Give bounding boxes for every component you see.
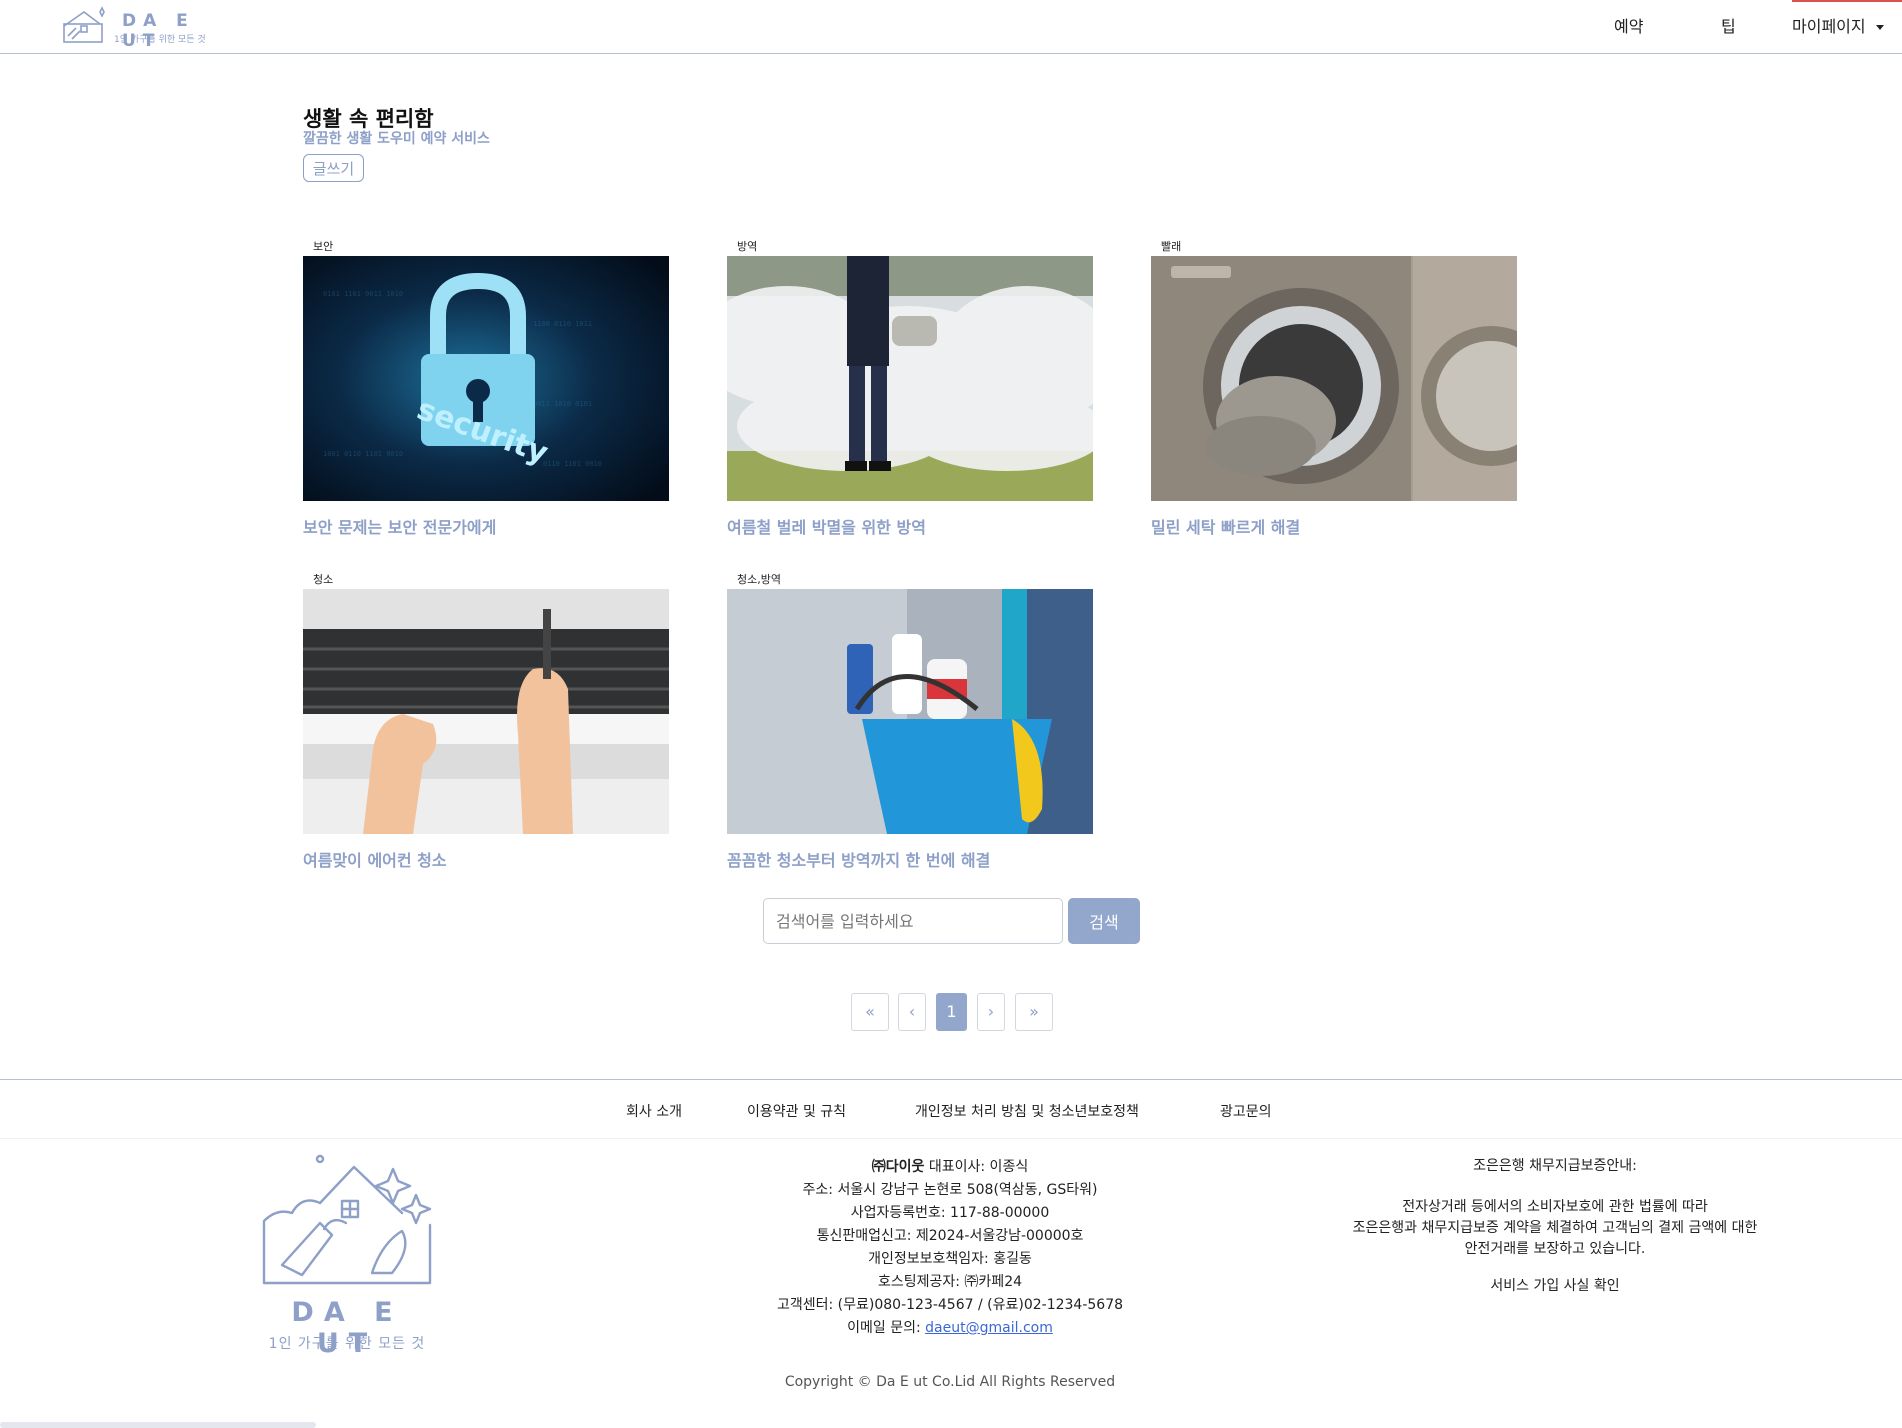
company-hosting: 호스팅제공자: ㈜카페24 bbox=[877, 1274, 1023, 1290]
copyright: Copyright © Da E ut Co.Lid All Rights Re… bbox=[784, 1374, 1116, 1390]
page-next-button[interactable]: › bbox=[977, 993, 1005, 1031]
service-card-laundry[interactable]: 빨래 밀린 세탁 빠르게 해결 bbox=[1151, 238, 1517, 538]
page-prev-button[interactable]: ‹ bbox=[898, 993, 926, 1031]
svg-text:0110 1101 0010: 0110 1101 0010 bbox=[543, 460, 602, 468]
guarantee-line: 조은은행과 채무지급보증 계약을 체결하여 고객님의 결제 금액에 대한 bbox=[1352, 1220, 1758, 1236]
footer-link-about[interactable]: 회사 소개 bbox=[626, 1101, 682, 1121]
card-title: 보안 문제는 보안 전문가에게 bbox=[303, 518, 497, 537]
company-biz-no: 사업자등록번호: 117-88-00000 bbox=[850, 1205, 1050, 1221]
write-post-button[interactable]: 글쓰기 bbox=[303, 154, 364, 182]
security-lock-image: 0101 1101 0011 1010 1100 0110 1011 0011 … bbox=[303, 256, 669, 501]
search-input[interactable] bbox=[763, 898, 1063, 944]
company-name: ㈜다이웃 bbox=[871, 1159, 925, 1175]
footer-link-ads[interactable]: 광고문의 bbox=[1220, 1101, 1272, 1121]
page-first-button[interactable]: « bbox=[851, 993, 889, 1031]
email-link[interactable]: daeut@gmail.com bbox=[925, 1320, 1053, 1336]
search-button[interactable]: 검색 bbox=[1068, 898, 1140, 944]
company-privacy-officer: 개인정보보호책임자: 홍길동 bbox=[868, 1251, 1032, 1267]
footer-link-terms[interactable]: 이용약관 및 규칙 bbox=[747, 1101, 846, 1121]
company-email-line: 이메일 문의: daeut@gmail.com bbox=[700, 1317, 1200, 1340]
nav-active-indicator bbox=[1792, 0, 1902, 2]
svg-text:1001 0110 1101 0010: 1001 0110 1101 0010 bbox=[323, 450, 403, 458]
card-title: 여름맞이 에어컨 청소 bbox=[303, 851, 447, 870]
card-category: 방역 bbox=[737, 240, 758, 253]
cleaning-bucket-image bbox=[727, 589, 1093, 834]
footer-divider bbox=[0, 1079, 1902, 1080]
service-card-security[interactable]: 보안 0101 1101 0011 1010 1100 0110 1011 00… bbox=[303, 238, 669, 538]
page-current-button[interactable]: 1 bbox=[936, 993, 967, 1031]
guarantee-line: 전자상거래 등에서의 소비자보호에 관한 법률에 따라 bbox=[1402, 1199, 1708, 1215]
card-category: 보안 bbox=[313, 240, 334, 253]
service-card-pest-control[interactable]: 방역 여름철 벌레 박멸을 위한 방역 bbox=[727, 238, 1093, 538]
guarantee-line: 안전거래를 보장하고 있습니다. bbox=[1464, 1241, 1646, 1257]
aircon-cleaning-image bbox=[303, 589, 669, 834]
pest-fogging-image bbox=[727, 256, 1093, 501]
email-label: 이메일 문의: bbox=[847, 1320, 926, 1336]
guarantee-title: 조은은행 채무지급보증안내: bbox=[1473, 1158, 1637, 1174]
nav-mypage-dropdown[interactable]: 마이페이지 bbox=[1792, 13, 1884, 37]
company-info: ㈜다이웃 대표이사: 이종식 주소: 서울시 강남구 논현로 508(역삼동, … bbox=[700, 1156, 1200, 1340]
service-card-aircon[interactable]: 청소 여름맞이 에어컨 청소 bbox=[303, 571, 669, 871]
service-confirm-link[interactable]: 서비스 가입 사실 확인 bbox=[1305, 1276, 1805, 1297]
svg-text:0101 1101 0011 1010: 0101 1101 0011 1010 bbox=[323, 290, 403, 298]
footer-divider-light bbox=[0, 1138, 1902, 1139]
payment-guarantee-notice: 조은은행 채무지급보증안내: 전자상거래 등에서의 소비자보호에 관한 법률에 … bbox=[1305, 1156, 1805, 1297]
card-title: 꼼꼼한 청소부터 방역까지 한 번에 해결 bbox=[727, 851, 991, 870]
footer-logo-tagline: 1인 가구를 위한 모든 것 bbox=[268, 1336, 426, 1352]
company-ecommerce: 통신판매업신고: 제2024-서울강남-00000호 bbox=[816, 1228, 1084, 1244]
card-category: 청소,방역 bbox=[737, 573, 781, 586]
horizontal-scrollbar[interactable] bbox=[0, 1422, 316, 1428]
page-last-button[interactable]: » bbox=[1015, 993, 1053, 1031]
company-ceo: 대표이사: 이종식 bbox=[924, 1159, 1029, 1175]
card-title: 밀린 세탁 빠르게 해결 bbox=[1151, 518, 1301, 537]
footer-link-privacy[interactable]: 개인정보 처리 방침 및 청소년보호정책 bbox=[915, 1101, 1139, 1121]
house-logo-icon bbox=[63, 6, 105, 43]
company-address: 주소: 서울시 강남구 논현로 508(역삼동, GS타워) bbox=[802, 1182, 1098, 1198]
page-subtitle: 깔끔한 생활 도우미 예약 서비스 bbox=[303, 131, 490, 147]
nav-reservation[interactable]: 예약 bbox=[1614, 13, 1643, 37]
nav-tips[interactable]: 팁 bbox=[1721, 13, 1736, 37]
washing-machine-image bbox=[1151, 256, 1517, 501]
service-card-cleaning-pest[interactable]: 청소,방역 꼼꼼한 청소부터 방역까지 한 번에 해결 bbox=[727, 571, 1093, 871]
company-call-center: 고객센터: (무료)080-123-4567 / (유료)02-1234-567… bbox=[776, 1297, 1124, 1313]
company-name-line: ㈜다이웃 대표이사: 이종식 bbox=[700, 1156, 1200, 1179]
svg-text:1100 0110 1011: 1100 0110 1011 bbox=[533, 320, 592, 328]
footer-logo: DA E UT 1인 가구를 위한 모든 것 bbox=[262, 1153, 432, 1359]
logo-tagline: 1인 가구를 위한 모든 것 bbox=[114, 35, 206, 45]
card-category: 빨래 bbox=[1161, 240, 1182, 253]
card-title: 여름철 벌레 박멸을 위한 방역 bbox=[727, 518, 926, 537]
card-category: 청소 bbox=[313, 573, 334, 586]
top-navbar: DA E UT 1인 가구를 위한 모든 것 예약 팁 마이페이지 bbox=[0, 0, 1902, 54]
svg-text:0011 1010 0101: 0011 1010 0101 bbox=[533, 400, 592, 408]
house-cleaning-logo-icon bbox=[262, 1154, 432, 1285]
home-logo-link[interactable]: DA E UT 1인 가구를 위한 모든 것 bbox=[60, 6, 230, 51]
logo-name: DA E UT bbox=[122, 11, 195, 51]
